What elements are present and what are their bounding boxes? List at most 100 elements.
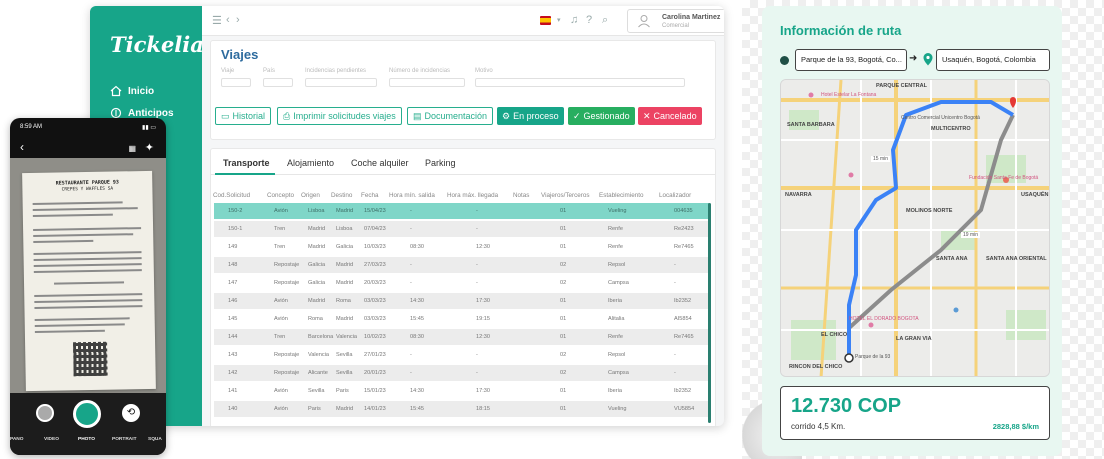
camera-viewfinder: RESTAURANTE PARQUE 93 CREPES Y WAFFLES S…	[10, 158, 166, 393]
table-row[interactable]: 147 Repostaje Galicia Madrid 20/03/23 - - 02 Cam…	[214, 275, 709, 291]
table-cell: Iberia	[608, 388, 622, 394]
table-scrollbar[interactable]	[708, 203, 711, 423]
gallery-thumbnail[interactable]	[36, 404, 54, 422]
route-title: Información de ruta	[780, 23, 902, 38]
table-cell: Renfe	[608, 334, 623, 340]
flash-icon[interactable]: ✦	[145, 141, 154, 154]
table-cell: 03/03/23	[364, 298, 386, 304]
table-cell: -	[674, 352, 676, 358]
column-header[interactable]: Localizador	[659, 192, 691, 199]
tab-parking[interactable]: Parking	[425, 158, 456, 168]
mode-portrait[interactable]: PORTRAIT	[112, 437, 137, 442]
column-header[interactable]: Concepto	[267, 192, 294, 199]
sidebar-item-inicio[interactable]: Inicio	[110, 80, 174, 102]
table-cell: Avión	[274, 388, 288, 394]
filter-pais-input[interactable]	[263, 78, 293, 87]
column-header[interactable]: Origen	[301, 192, 320, 199]
column-header[interactable]: Destino	[331, 192, 352, 199]
menu-icon[interactable]: ☰	[212, 14, 222, 27]
map-label-fundacion: Fundación Santa Fe de Bogotá	[969, 175, 1039, 181]
mode-pano[interactable]: PANO	[10, 437, 24, 442]
origin-field[interactable]: Parque de la 93, Bogotá, Co...	[795, 49, 907, 71]
receipt-text-line	[33, 269, 142, 273]
documentacion-button[interactable]: ▤ Documentación	[407, 107, 494, 125]
table-row[interactable]: 148 Repostaje Galicia Madrid 27/03/23 - - 02 Rep…	[214, 257, 709, 273]
map-time-badge-1: 15 min	[871, 156, 891, 162]
mode-photo[interactable]: PHOTO	[78, 437, 95, 442]
route-rate: 2828,88 $/km	[992, 422, 1039, 431]
column-header[interactable]: Notas	[513, 192, 529, 199]
table-row[interactable]: 142 Repostaje Alicante Sevilla 20/01/23 - - 02 C…	[214, 365, 709, 381]
table-row[interactable]: 146 Avión Madrid Roma 03/03/23 14:30 17:30 01 Ib…	[214, 293, 709, 309]
filter-incidencias-input[interactable]	[305, 78, 377, 87]
map-label-multicentro: MULTICENTRO	[931, 126, 971, 132]
table-cell: 144	[228, 334, 238, 340]
switch-camera-icon[interactable]: ⟲	[122, 404, 140, 422]
column-header[interactable]: Hora mín. salida	[389, 192, 435, 199]
table-cell: 15/04/23	[364, 208, 386, 214]
bell-icon[interactable]: ♫	[570, 14, 578, 26]
table-row[interactable]: 145 Avión Roma Madrid 03/03/23 15:45 19:15 01 Al…	[214, 311, 709, 327]
table-cell: 15:45	[410, 406, 424, 412]
receipt-text-line	[33, 239, 94, 243]
historial-button[interactable]: ▭ Historial	[215, 107, 272, 125]
cancelado-button[interactable]: ✕ Cancelado	[638, 107, 702, 125]
table-cell: Re2423	[674, 226, 694, 232]
table-row[interactable]: 150-2 Avión Lisboa Madrid 15/04/23 - - 01 Vuelin…	[214, 203, 709, 219]
column-header[interactable]: Fecha	[361, 192, 379, 199]
page-title: Viajes	[221, 47, 259, 62]
column-header[interactable]: Cod.Solicitud	[213, 192, 250, 199]
table-row[interactable]: 141 Avión Sevilla Paris 15/01/23 14:30 17:30 01…	[214, 383, 709, 399]
tab-transporte[interactable]: Transporte	[223, 158, 270, 168]
receipt-subtitle: CREPES Y WAFFLES SA	[61, 186, 114, 193]
table-row[interactable]: 144 Tren Barcelona Valencia 10/02/23 08:30 12:…	[214, 329, 709, 345]
battery-icon: ▮▮ ▭	[142, 125, 156, 131]
tab-coche-alquiler[interactable]: Coche alquiler	[351, 158, 409, 168]
search-icon[interactable]: ⌕	[602, 14, 608, 27]
en-proceso-button[interactable]: ⚙ En proceso	[497, 107, 564, 125]
help-icon[interactable]: ?	[586, 14, 592, 26]
shutter-button[interactable]	[73, 400, 101, 428]
table-row[interactable]: 140 Avión Paris Madrid 14/01/23 15:45 18:15 01 V…	[214, 401, 709, 417]
table-row[interactable]: 143 Repostaje Valencia Sevilla 27/01/23 - - 02 R…	[214, 347, 709, 363]
column-header[interactable]: Hora máx. llegada	[447, 192, 498, 199]
column-header[interactable]: Viajeros/Terceros	[541, 192, 590, 199]
destination-pin-icon	[923, 53, 933, 66]
table-row[interactable]: 149 Tren Madrid Galicia 10/03/23 08:30 12:30 01…	[214, 239, 709, 255]
grid-icon[interactable]: ▦	[128, 144, 136, 153]
filter-motivo-input[interactable]	[475, 78, 685, 87]
table-cell: -	[410, 370, 412, 376]
route-map[interactable]: PARQUE CENTRAL Hotel Estelar La Fontana …	[780, 79, 1050, 377]
table-cell: 141	[228, 388, 238, 394]
column-header[interactable]: Establecimiento	[599, 192, 643, 199]
table-cell: 20/03/23	[364, 280, 386, 286]
map-label-usaquen: USAQUÉN	[1021, 192, 1049, 198]
table-cell: -	[674, 280, 676, 286]
table-row[interactable]: 150-1 Tren Madrid Lisboa 07/04/23 - - 01 Renfe Re…	[214, 221, 709, 237]
table-cell: 148	[228, 262, 238, 268]
spain-flag-icon[interactable]	[540, 16, 551, 25]
table-cell: -	[674, 370, 676, 376]
destination-field[interactable]: Usaquén, Bogotá, Colombia	[936, 49, 1050, 71]
table-cell: -	[476, 226, 478, 232]
chevron-right-icon[interactable]: ›	[236, 14, 240, 26]
table-cell: Repostaje	[274, 280, 300, 286]
printer-icon: ⎙	[283, 110, 291, 121]
chevron-left-icon[interactable]: ‹	[226, 14, 230, 26]
receipt-text-line	[34, 293, 143, 297]
arrow-right-icon: ➜	[909, 53, 918, 64]
filter-numero-input[interactable]	[389, 78, 465, 87]
user-profile[interactable]: Carolina Martinez Comercial	[627, 9, 724, 33]
filter-label-numero: Número de incidencias	[389, 68, 451, 74]
table-cell: Madrid	[336, 208, 354, 214]
gestionado-button[interactable]: ✓ Gestionado	[568, 107, 635, 125]
button-label: Documentación	[424, 111, 488, 121]
back-icon[interactable]: ‹	[20, 140, 24, 154]
filter-viaje-input[interactable]	[221, 78, 251, 87]
mode-video[interactable]: VIDEO	[44, 437, 59, 442]
map-label-el-chico: EL CHICO	[821, 332, 848, 338]
tab-alojamiento[interactable]: Alojamiento	[287, 158, 334, 168]
mode-square[interactable]: SQUA	[148, 437, 162, 442]
dropdown-icon[interactable]: ▾	[557, 16, 561, 24]
imprimir-button[interactable]: ⎙ Imprimir solicitudes viajes	[277, 107, 402, 125]
